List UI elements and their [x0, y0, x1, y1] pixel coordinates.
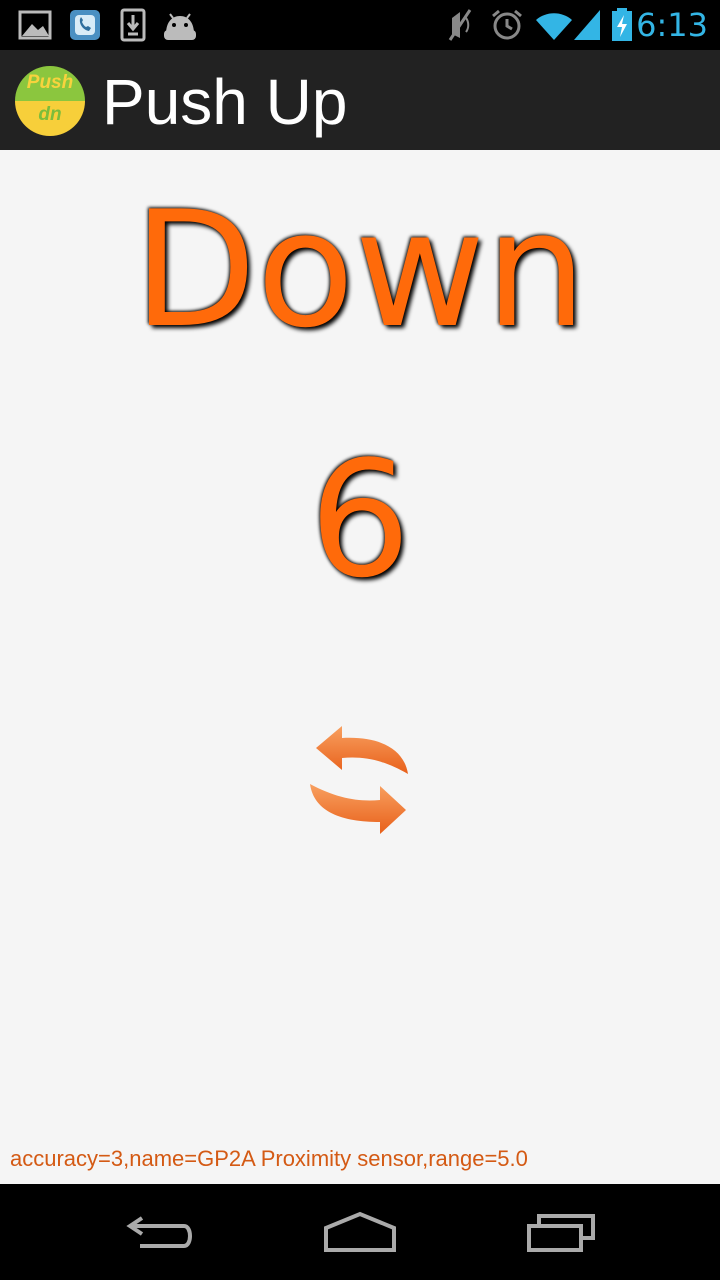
signal-icon	[574, 10, 600, 40]
download-icon	[120, 8, 146, 42]
back-icon	[126, 1216, 192, 1248]
logo-text-push: Push	[26, 72, 74, 93]
reset-button[interactable]	[300, 718, 420, 842]
phone-app-icon	[70, 10, 100, 40]
mute-icon	[448, 9, 472, 41]
pushup-counter: 6	[309, 426, 411, 613]
alarm-icon	[492, 9, 522, 40]
android-icon	[164, 13, 196, 40]
action-bar: Push dn Push Up	[0, 50, 720, 150]
status-time: 6:13	[636, 6, 708, 44]
wifi-icon	[536, 13, 572, 40]
pushup-state-label: Down	[133, 176, 587, 363]
status-bar: 6:13	[0, 0, 720, 50]
gallery-icon	[18, 10, 52, 40]
home-button[interactable]	[310, 1202, 410, 1262]
app-title: Push Up	[102, 66, 348, 138]
recent-apps-button[interactable]	[515, 1202, 615, 1262]
main-content: Down 6 accuracy=3,name=GP2A Proximity se…	[0, 150, 720, 1184]
home-icon	[324, 1211, 396, 1252]
back-button[interactable]	[110, 1202, 210, 1262]
logo-text-dn: dn	[38, 104, 62, 125]
refresh-icon	[310, 726, 408, 834]
navigation-bar	[0, 1184, 720, 1280]
app-logo[interactable]: Push dn	[15, 66, 85, 136]
recent-apps-icon	[527, 1214, 595, 1252]
sensor-info-text: accuracy=3,name=GP2A Proximity sensor,ra…	[10, 1146, 528, 1171]
battery-charging-icon	[612, 8, 632, 41]
